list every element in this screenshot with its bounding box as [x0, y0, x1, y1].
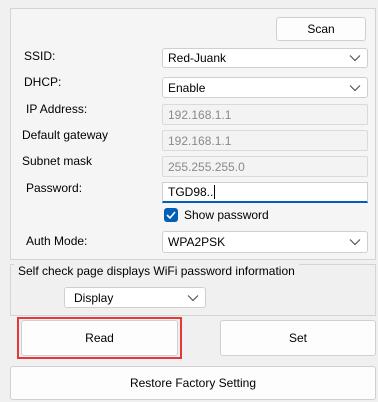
show-password-checkbox[interactable]: Show password — [164, 208, 269, 222]
subnet-mask-label: Subnet mask — [22, 154, 93, 168]
self-check-group-title: Self check page displays WiFi password i… — [14, 264, 299, 278]
default-gateway-value: 192.168.1.1 — [168, 133, 232, 148]
subnet-mask-field[interactable]: 255.255.255.0 — [162, 156, 368, 177]
auth-mode-label: Auth Mode: — [26, 234, 88, 248]
chevron-down-icon — [349, 239, 361, 246]
dhcp-label: DHCP: — [24, 75, 62, 89]
self-check-value: Display — [74, 290, 114, 305]
checkmark-icon — [164, 208, 178, 222]
ssid-value: Red-Juank — [168, 51, 227, 65]
password-label: Password: — [26, 181, 83, 195]
dhcp-dropdown[interactable]: Enable — [162, 77, 368, 98]
show-password-label: Show password — [184, 208, 269, 222]
set-button[interactable]: Set — [220, 320, 376, 356]
text-caret — [214, 185, 216, 199]
ip-address-field[interactable]: 192.168.1.1 — [162, 104, 368, 125]
subnet-mask-value: 255.255.255.0 — [168, 159, 245, 174]
auth-mode-value: WPA2PSK — [168, 235, 226, 249]
default-gateway-field[interactable]: 192.168.1.1 — [162, 130, 368, 151]
ssid-label: SSID: — [24, 49, 56, 63]
dhcp-value: Enable — [168, 80, 206, 95]
password-value: TGD98.. — [168, 185, 214, 199]
chevron-down-icon — [187, 294, 199, 301]
password-field[interactable]: TGD98.. — [162, 182, 368, 203]
ip-address-label: IP Address: — [26, 102, 88, 116]
scan-button[interactable]: Scan — [276, 17, 366, 41]
read-button[interactable]: Read — [21, 320, 178, 356]
auth-mode-dropdown[interactable]: WPA2PSK — [162, 231, 368, 253]
chevron-down-icon — [349, 55, 361, 62]
ssid-dropdown[interactable]: Red-Juank — [162, 48, 368, 68]
chevron-down-icon — [349, 84, 361, 91]
ip-address-value: 192.168.1.1 — [168, 107, 232, 122]
default-gateway-label: Default gateway — [22, 128, 109, 142]
restore-factory-button[interactable]: Restore Factory Setting — [10, 366, 376, 400]
self-check-dropdown[interactable]: Display — [64, 287, 206, 308]
